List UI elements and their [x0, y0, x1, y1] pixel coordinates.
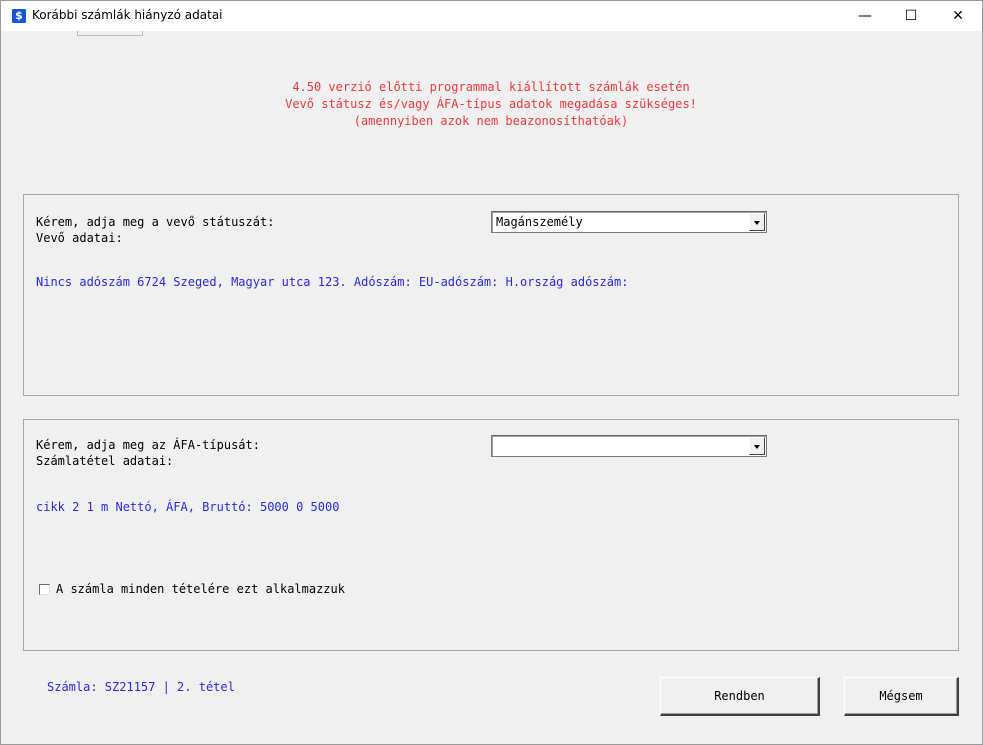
minimize-button[interactable]: —	[842, 1, 888, 31]
tab-stub	[77, 31, 143, 36]
item-details: cikk 2 1 m Nettó, ÁFA, Bruttó: 5000 0 50…	[36, 500, 340, 514]
dialog-window: $ Korábbi számlák hiányzó adatai — ☐ ✕ 4…	[0, 0, 983, 745]
apply-all-label[interactable]: A számla minden tételére ezt alkalmazzuk	[56, 581, 345, 597]
dropdown-arrow-icon[interactable]	[749, 437, 765, 455]
buyer-status-value: Magánszemély	[496, 215, 583, 229]
buyer-status-prompt: Kérem, adja meg a vevő státuszát:	[36, 215, 275, 229]
vat-type-group: Kérem, adja meg az ÁFA-típusát: Számlaté…	[23, 419, 959, 651]
title-bar[interactable]: $ Korábbi számlák hiányzó adatai — ☐ ✕	[1, 1, 982, 31]
dropdown-arrow-icon[interactable]	[749, 213, 765, 231]
notice-line-3: (amennyiben azok nem beazonosíthatóak)	[353, 114, 629, 128]
close-button[interactable]: ✕	[935, 1, 981, 31]
invoice-info: Számla: SZ21157 | 2. tétel	[47, 680, 235, 694]
buyer-status-select[interactable]: Magánszemély	[491, 211, 767, 233]
notice-line-2: Vevő státusz és/vagy ÁFA-típus adatok me…	[285, 97, 697, 111]
maximize-button[interactable]: ☐	[888, 1, 934, 31]
cancel-button[interactable]: Mégsem	[844, 677, 959, 716]
version-notice: 4.50 verzió előtti programmal kiállított…	[181, 79, 801, 130]
item-data-label: Számlatétel adatai:	[36, 454, 174, 468]
buyer-data-label: Vevő adatai:	[36, 231, 123, 245]
vat-type-select[interactable]	[491, 435, 767, 457]
window-title: Korábbi számlák hiányzó adatai	[32, 8, 223, 22]
apply-all-checkbox[interactable]	[39, 584, 50, 595]
app-icon: $	[12, 9, 26, 23]
notice-line-1: 4.50 verzió előtti programmal kiállított…	[292, 80, 690, 94]
buyer-status-group: Kérem, adja meg a vevő státuszát: Vevő a…	[23, 194, 959, 396]
buyer-details: Nincs adószám 6724 Szeged, Magyar utca 1…	[36, 275, 629, 289]
vat-type-prompt: Kérem, adja meg az ÁFA-típusát:	[36, 438, 260, 452]
ok-button[interactable]: Rendben	[660, 677, 820, 716]
